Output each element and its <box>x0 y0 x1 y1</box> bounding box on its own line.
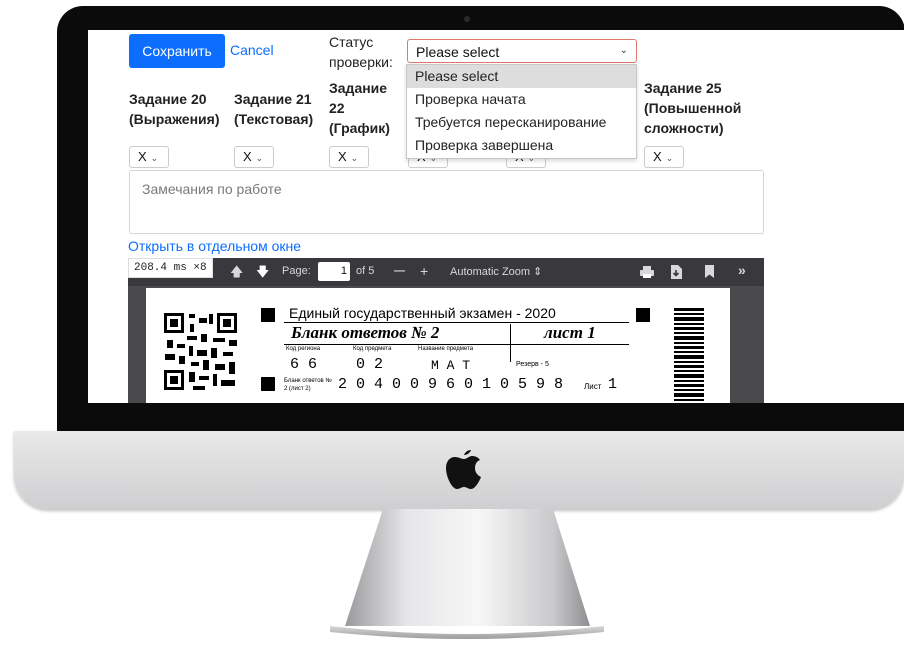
notes-placeholder: Замечания по работе <box>142 181 282 197</box>
cancel-link[interactable]: Cancel <box>230 42 274 58</box>
bookmark-icon[interactable] <box>705 265 714 278</box>
status-option[interactable]: Проверка начата <box>407 88 636 111</box>
status-select[interactable]: Please select ⌄ <box>407 39 637 63</box>
task-header-25: Задание 25 (Повышенной сложности) <box>644 80 742 136</box>
zoom-select[interactable]: Automatic Zoom ⇕ <box>450 265 542 278</box>
chevron-down-icon: ⌄ <box>665 153 674 163</box>
open-new-window-link[interactable]: Открыть в отдельном окне <box>128 238 301 254</box>
save-button[interactable]: Сохранить <box>129 34 225 68</box>
barcode <box>674 308 704 401</box>
subject-label: Код предмета <box>353 346 392 352</box>
status-select-value: Please select <box>416 44 500 60</box>
doc-rule <box>284 344 629 345</box>
sheet-label: лист 1 <box>544 323 596 342</box>
notes-textarea[interactable]: Замечания по работе <box>129 170 764 234</box>
pdf-page: Единый государственный экзамен - 2020 Бл… <box>146 288 730 403</box>
task-header-21: Задание 21 (Текстовая) <box>234 91 314 127</box>
task-header-20: Задание 20 (Выражения) <box>129 91 220 127</box>
arrow-down-icon[interactable]: 🡇 <box>256 263 269 285</box>
marker-square <box>261 377 275 391</box>
qr-code <box>163 312 239 392</box>
subject-code: 0 2 <box>356 356 384 373</box>
tools-chevron-icon[interactable]: » <box>738 262 746 278</box>
score-select-21[interactable]: X ⌄ <box>234 146 274 168</box>
chevron-down-icon: ⌄ <box>150 153 159 163</box>
doc-vrule <box>510 324 511 362</box>
task-header-22: Задание 22 (График) <box>329 80 390 136</box>
reserve-label: Резерв - 5 <box>516 361 549 368</box>
blank-number: 2 0 4 0 0 9 6 0 1 0 5 9 8 <box>338 376 564 393</box>
score-select-22[interactable]: X ⌄ <box>329 146 369 168</box>
page-label: Page: <box>282 265 311 277</box>
apple-logo-icon <box>446 450 481 489</box>
list-label: Лист <box>584 382 602 391</box>
status-option[interactable]: Требуется пересканирование <box>407 111 636 134</box>
subject-name-label: Название предмета <box>418 346 474 352</box>
chevron-down-icon: ⌄ <box>255 153 264 163</box>
doc-subtitle: Бланк ответов № 2 <box>291 323 440 342</box>
doc-title: Единый государственный экзамен - 2020 <box>289 305 556 321</box>
download-icon[interactable] <box>670 265 682 279</box>
region-code: 6 6 <box>290 356 318 373</box>
zoom-in-button[interactable]: + <box>420 263 428 279</box>
status-option[interactable]: Please select <box>407 65 636 88</box>
list-number: 1 <box>608 376 618 393</box>
zoom-out-button[interactable]: — <box>394 265 405 277</box>
perf-badge: 208.4 ms ×8 <box>128 258 213 278</box>
status-dropdown: Please select Проверка начата Требуется … <box>406 64 637 159</box>
status-label: Статус проверки: <box>329 34 393 70</box>
page-number-input[interactable]: 1 <box>318 262 350 281</box>
score-select-20[interactable]: X ⌄ <box>129 146 169 168</box>
arrow-up-icon[interactable]: 🡅 <box>230 263 243 285</box>
marker-square <box>261 308 275 322</box>
chevron-down-icon: ⌄ <box>350 153 359 163</box>
blank-label: Бланк ответов № 2 (лист 2) <box>284 378 332 392</box>
screen: Сохранить Cancel Статус проверки: Please… <box>88 30 904 403</box>
pdf-toolbar: 🡅 🡇 Page: 1 of 5 — + Automatic Zoom ⇕ » … <box>128 258 764 286</box>
status-option[interactable]: Проверка завершена <box>407 134 636 157</box>
pdf-viewer: 🡅 🡇 Page: 1 of 5 — + Automatic Zoom ⇕ » … <box>128 258 764 403</box>
print-icon[interactable] <box>640 266 654 278</box>
marker-square <box>636 308 650 322</box>
subject-name: М А Т <box>431 358 471 373</box>
page-total: of 5 <box>356 265 375 277</box>
camera-dot <box>464 16 470 22</box>
chevron-down-icon: ⌄ <box>619 45 628 56</box>
region-label: Код региона <box>286 346 321 352</box>
score-select-25[interactable]: X ⌄ <box>644 146 684 168</box>
